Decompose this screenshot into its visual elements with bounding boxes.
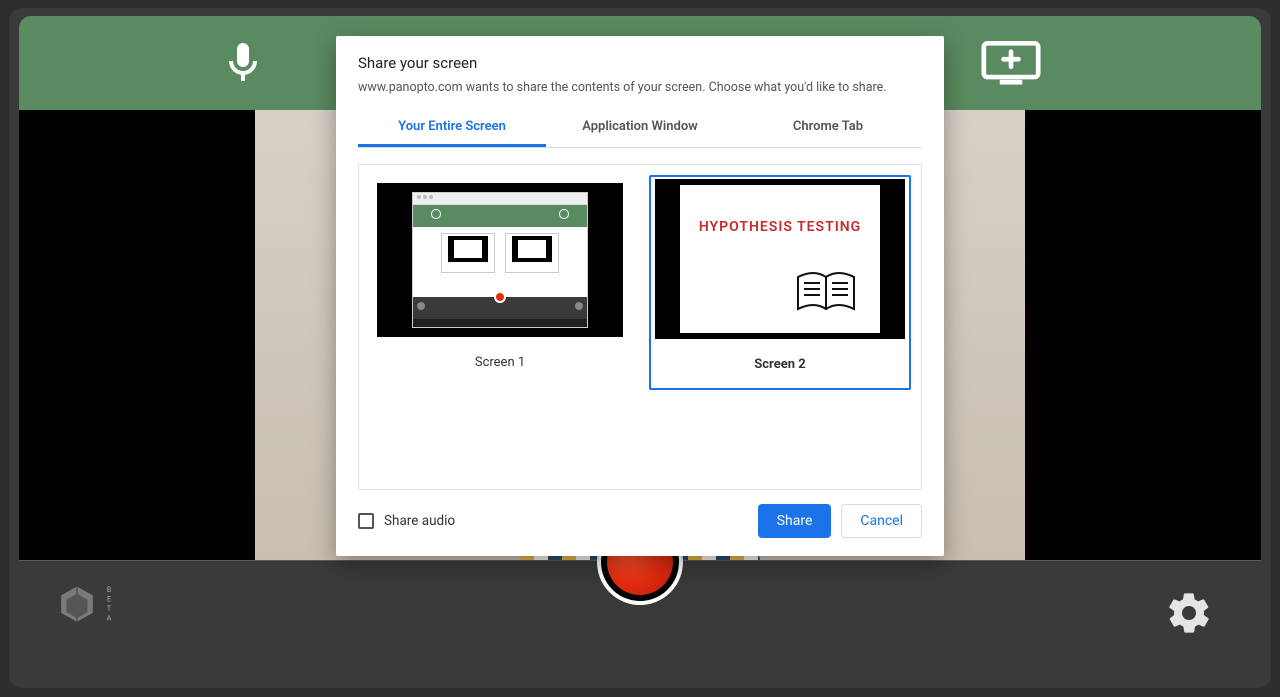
bottom-toolbar: BETA [19, 560, 1261, 680]
app-window: BETA Share your screen www.panopto.com w… [9, 8, 1271, 688]
screen1-thumbnail [377, 183, 623, 337]
beta-badge: BETA [105, 586, 113, 624]
slide-title: HYPOTHESIS TESTING [680, 185, 880, 235]
settings-button[interactable] [1165, 589, 1213, 637]
app-logo: BETA [55, 583, 113, 627]
checkbox-icon[interactable] [358, 513, 374, 529]
add-screen-icon[interactable] [981, 39, 1041, 87]
gear-icon [1165, 589, 1213, 637]
screen-options: Screen 1 HYPOTHESIS TESTING [358, 164, 922, 490]
dialog-subtitle: www.panopto.com wants to share the conte… [358, 80, 922, 95]
dialog-footer: Share audio Share Cancel [336, 490, 944, 556]
share-tabs: Your Entire Screen Application Window Ch… [358, 109, 922, 148]
microphone-icon[interactable] [219, 39, 267, 87]
share-screen-dialog: Share your screen www.panopto.com wants … [336, 36, 944, 556]
screen-option-1[interactable]: Screen 1 [369, 175, 631, 388]
letterbox-right [1025, 110, 1261, 560]
cancel-button[interactable]: Cancel [841, 504, 922, 538]
share-audio-toggle[interactable]: Share audio [358, 513, 455, 529]
letterbox-left [19, 110, 255, 560]
screen2-thumbnail: HYPOTHESIS TESTING [655, 179, 905, 339]
screen1-label: Screen 1 [475, 355, 525, 370]
tab-entire-screen[interactable]: Your Entire Screen [358, 109, 546, 147]
screen1-preview [412, 192, 588, 328]
app-frame: BETA Share your screen www.panopto.com w… [19, 16, 1261, 680]
screen-option-2[interactable]: HYPOTHESIS TESTING Screen 2 [649, 175, 911, 390]
book-icon [794, 269, 858, 315]
screen2-label: Screen 2 [754, 357, 805, 372]
share-audio-label: Share audio [384, 513, 455, 529]
share-button[interactable]: Share [758, 504, 832, 538]
screen2-preview: HYPOTHESIS TESTING [680, 185, 880, 333]
dialog-title: Share your screen [358, 54, 922, 72]
tab-chrome-tab[interactable]: Chrome Tab [734, 109, 922, 147]
panopto-logo-icon [55, 583, 99, 627]
tab-application-window[interactable]: Application Window [546, 109, 734, 147]
